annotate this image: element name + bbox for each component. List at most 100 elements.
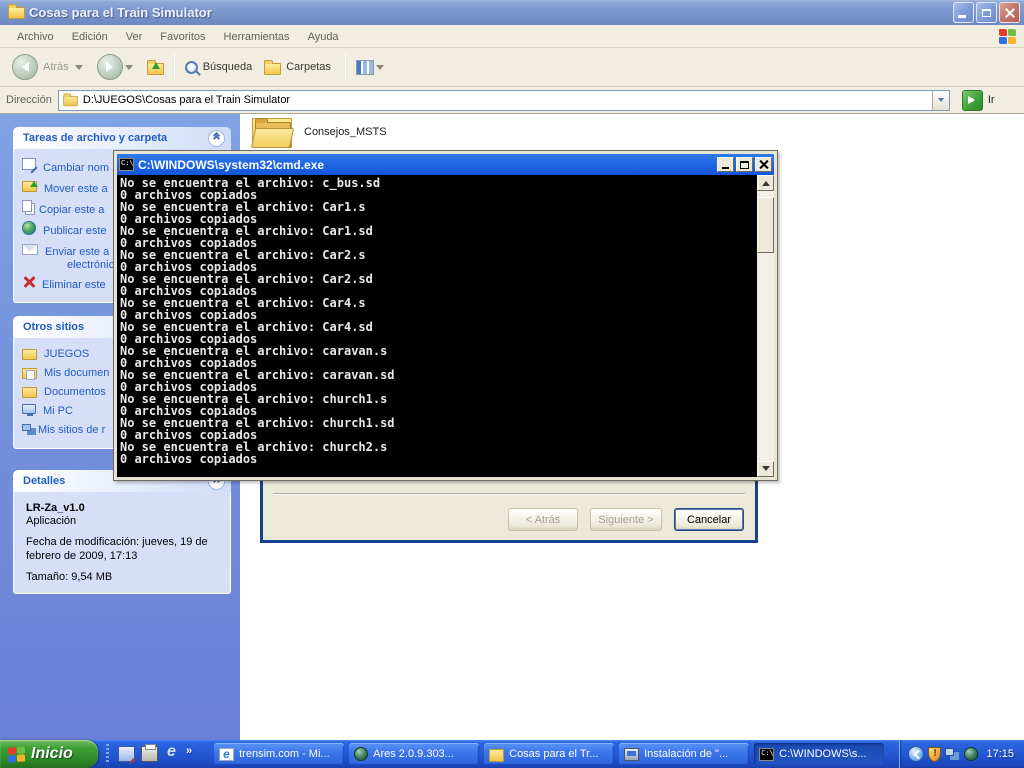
delete-icon <box>22 275 35 288</box>
minimize-button[interactable] <box>953 2 974 23</box>
menu-item[interactable]: Favoritos <box>151 28 214 46</box>
go-arrow-icon <box>962 90 983 111</box>
taskbar-button[interactable]: Cosas para el Tr... <box>484 743 614 765</box>
panel-title: Tareas de archivo y carpeta <box>23 132 167 144</box>
network-tray-icon[interactable] <box>945 748 954 756</box>
start-label: Inicio <box>31 745 73 763</box>
taskbar-button[interactable]: C:\WINDOWS\s... <box>754 743 884 765</box>
move-icon <box>22 181 37 192</box>
ie-page-icon <box>219 748 234 761</box>
cmd-window-title: C:\WINDOWS\system32\cmd.exe <box>138 158 715 172</box>
collapse-chevron-icon[interactable] <box>908 746 924 762</box>
address-input[interactable] <box>79 92 932 109</box>
copy-icon <box>22 200 32 212</box>
forward-dropdown-caret[interactable] <box>125 65 133 74</box>
quick-launch-handle[interactable] <box>106 744 109 764</box>
details-file-type: Aplicación <box>26 515 226 527</box>
search-label: Búsqueda <box>203 61 253 73</box>
back-label: Atrás <box>43 61 69 73</box>
dialog-separator <box>273 493 745 495</box>
menu-item[interactable]: Archivo <box>8 28 63 46</box>
details-size: Tamaño: 9,54 MB <box>26 571 226 583</box>
folder-icon <box>252 118 292 148</box>
go-button[interactable]: Ir <box>962 90 995 111</box>
cmd-minimize-button[interactable] <box>717 157 734 172</box>
start-button[interactable]: Inicio <box>0 740 98 768</box>
explorer-toolbar: Atrás Búsqueda Carpetas <box>0 48 1024 87</box>
cmd-maximize-button[interactable] <box>736 157 753 172</box>
address-folder-icon <box>63 96 77 106</box>
details-file-name: LR-Za_v1.0 <box>26 502 226 514</box>
cancel-wizard-button[interactable]: Cancelar <box>674 508 744 531</box>
file-tasks-panel-header[interactable]: Tareas de archivo y carpeta <box>13 127 231 149</box>
cmd-output-line: 0 archivos copiados <box>120 453 757 465</box>
folders-label: Carpetas <box>286 61 331 73</box>
docs-icon <box>22 387 37 398</box>
publish-icon <box>22 221 36 235</box>
installer-icon <box>624 748 639 761</box>
taskbar-button[interactable]: trensim.com - Mi... <box>214 743 344 765</box>
explorer-addressbar: Dirección Ir <box>0 87 1024 114</box>
close-button[interactable] <box>999 2 1020 23</box>
restore-button[interactable] <box>976 2 997 23</box>
search-icon <box>185 61 198 74</box>
toolbar-separator <box>345 53 346 81</box>
explorer-titlebar[interactable]: Cosas para el Train Simulator <box>0 0 1024 25</box>
explorer-window-title: Cosas para el Train Simulator <box>29 5 951 20</box>
ares-tray-icon[interactable] <box>964 747 978 761</box>
views-button[interactable] <box>352 58 394 77</box>
next-wizard-button[interactable]: Siguiente > <box>590 508 662 531</box>
rename-icon <box>22 158 36 170</box>
windows-logo-icon <box>8 746 25 762</box>
file-item-consejos[interactable]: Consejos_MSTS <box>252 116 387 148</box>
chevron-up-icon[interactable] <box>208 130 225 147</box>
details-panel: Detalles LR-Za_v1.0 Aplicación Fecha de … <box>13 470 231 594</box>
tray-clock: 17:15 <box>986 748 1014 760</box>
system-tray: 17:15 <box>899 740 1024 768</box>
address-box[interactable] <box>58 90 950 111</box>
taskbar-button[interactable]: Instalación de "... <box>619 743 749 765</box>
forward-button[interactable] <box>93 52 143 82</box>
panel-title: Detalles <box>23 475 65 487</box>
menu-item[interactable]: Edición <box>63 28 117 46</box>
scroll-up-button[interactable] <box>757 175 774 191</box>
menu-item[interactable]: Herramientas <box>215 28 299 46</box>
back-dropdown-caret[interactable] <box>75 65 83 74</box>
back-wizard-button[interactable]: < Atrás <box>508 508 578 531</box>
folders-button[interactable]: Carpetas <box>260 57 339 77</box>
up-button[interactable] <box>143 57 168 77</box>
go-label: Ir <box>988 94 995 106</box>
address-dropdown-button[interactable] <box>932 91 949 110</box>
folder-window-icon <box>8 7 25 19</box>
scroll-down-button[interactable] <box>757 461 774 477</box>
menu-item[interactable]: Ver <box>117 28 152 46</box>
taskbar-button[interactable]: Ares 2.0.9.303... <box>349 743 479 765</box>
search-button[interactable]: Búsqueda <box>181 59 261 76</box>
network-icon <box>22 424 31 431</box>
cmd-icon <box>119 158 134 171</box>
scrollbar-thumb[interactable] <box>757 197 774 253</box>
printer-icon[interactable] <box>141 746 158 762</box>
cmd-window: C:\WINDOWS\system32\cmd.exe No se encuen… <box>113 150 778 481</box>
details-modified: Fecha de modificación: jueves, 19 de feb… <box>26 535 222 563</box>
back-button[interactable]: Atrás <box>8 52 93 82</box>
folders-icon <box>264 63 281 75</box>
explorer-menubar: ArchivoEdiciónVerFavoritosHerramientasAy… <box>0 25 1024 48</box>
internet-explorer-icon[interactable] <box>164 746 181 762</box>
cmd-scrollbar[interactable] <box>757 175 774 477</box>
forward-arrow-icon <box>97 54 123 80</box>
views-dropdown-caret[interactable] <box>376 65 384 74</box>
quick-launch-overflow-chevron[interactable]: » <box>186 745 192 757</box>
security-shield-icon[interactable] <box>928 747 941 762</box>
folder-icon <box>22 349 37 360</box>
ares-icon <box>354 747 368 761</box>
cmd-close-button[interactable] <box>755 157 772 172</box>
cmd-titlebar[interactable]: C:\WINDOWS\system32\cmd.exe <box>117 154 774 175</box>
views-icon <box>356 60 374 75</box>
menu-item[interactable]: Ayuda <box>299 28 348 46</box>
cmd-icon <box>759 748 774 761</box>
mypc-icon <box>22 404 36 414</box>
cmd-output-area[interactable]: No se encuentra el archivo: c_bus.sd0 ar… <box>117 175 774 477</box>
show-desktop-icon[interactable] <box>118 746 135 762</box>
back-arrow-icon <box>12 54 38 80</box>
